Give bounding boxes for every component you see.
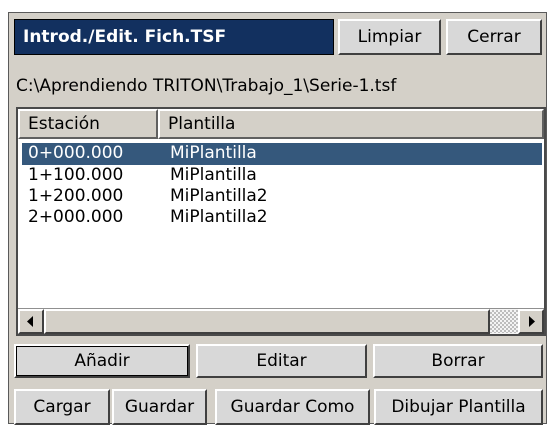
cell-estacion: 0+000.000: [28, 143, 124, 163]
dialog-title-text: Introd./Edit. Fich.TSF: [23, 27, 227, 47]
scroll-left-button[interactable]: [18, 309, 44, 334]
table-row[interactable]: 1+200.000 MiPlantilla2: [22, 186, 542, 208]
table-row[interactable]: 2+000.000 MiPlantilla2: [22, 207, 542, 229]
cell-plantilla: MiPlantilla2: [170, 186, 268, 206]
cell-plantilla: MiPlantilla: [170, 165, 257, 185]
cell-estacion: 2+000.000: [28, 207, 124, 227]
scroll-track[interactable]: [490, 310, 518, 333]
table-row[interactable]: 0+000.000 MiPlantilla: [22, 143, 542, 165]
draw-template-button[interactable]: Dibujar Plantilla: [374, 389, 543, 425]
column-header-plantilla[interactable]: Plantilla: [158, 109, 544, 139]
clear-button[interactable]: Limpiar: [338, 19, 441, 55]
column-header-estacion[interactable]: Estación: [18, 109, 158, 139]
horizontal-scrollbar[interactable]: [18, 308, 544, 334]
triangle-right-icon: [529, 316, 535, 327]
stations-list[interactable]: Estación Plantilla 0+000.000 MiPlantilla…: [16, 107, 546, 336]
delete-button[interactable]: Borrar: [373, 344, 543, 378]
file-path-label: C:\Aprendiendo TRITON\Trabajo_1\Serie-1.…: [16, 76, 397, 96]
cell-plantilla: MiPlantilla: [170, 143, 257, 163]
column-header-plantilla-label: Plantilla: [168, 114, 236, 134]
edit-button[interactable]: Editar: [196, 344, 367, 378]
cell-estacion: 1+100.000: [28, 165, 124, 185]
table-row[interactable]: 1+100.000 MiPlantilla: [22, 165, 542, 187]
scroll-thumb[interactable]: [44, 309, 490, 334]
triangle-left-icon: [27, 316, 33, 327]
scroll-right-button[interactable]: [518, 309, 544, 334]
dialog-title: Introd./Edit. Fich.TSF: [14, 19, 334, 55]
close-button[interactable]: Cerrar: [446, 19, 542, 55]
save-as-button[interactable]: Guardar Como: [215, 389, 370, 425]
cell-estacion: 1+200.000: [28, 186, 124, 206]
column-header-estacion-label: Estación: [28, 114, 100, 134]
load-button[interactable]: Cargar: [14, 389, 110, 425]
add-button[interactable]: Añadir: [14, 344, 190, 378]
save-button[interactable]: Guardar: [112, 389, 207, 425]
cell-plantilla: MiPlantilla2: [170, 207, 268, 227]
